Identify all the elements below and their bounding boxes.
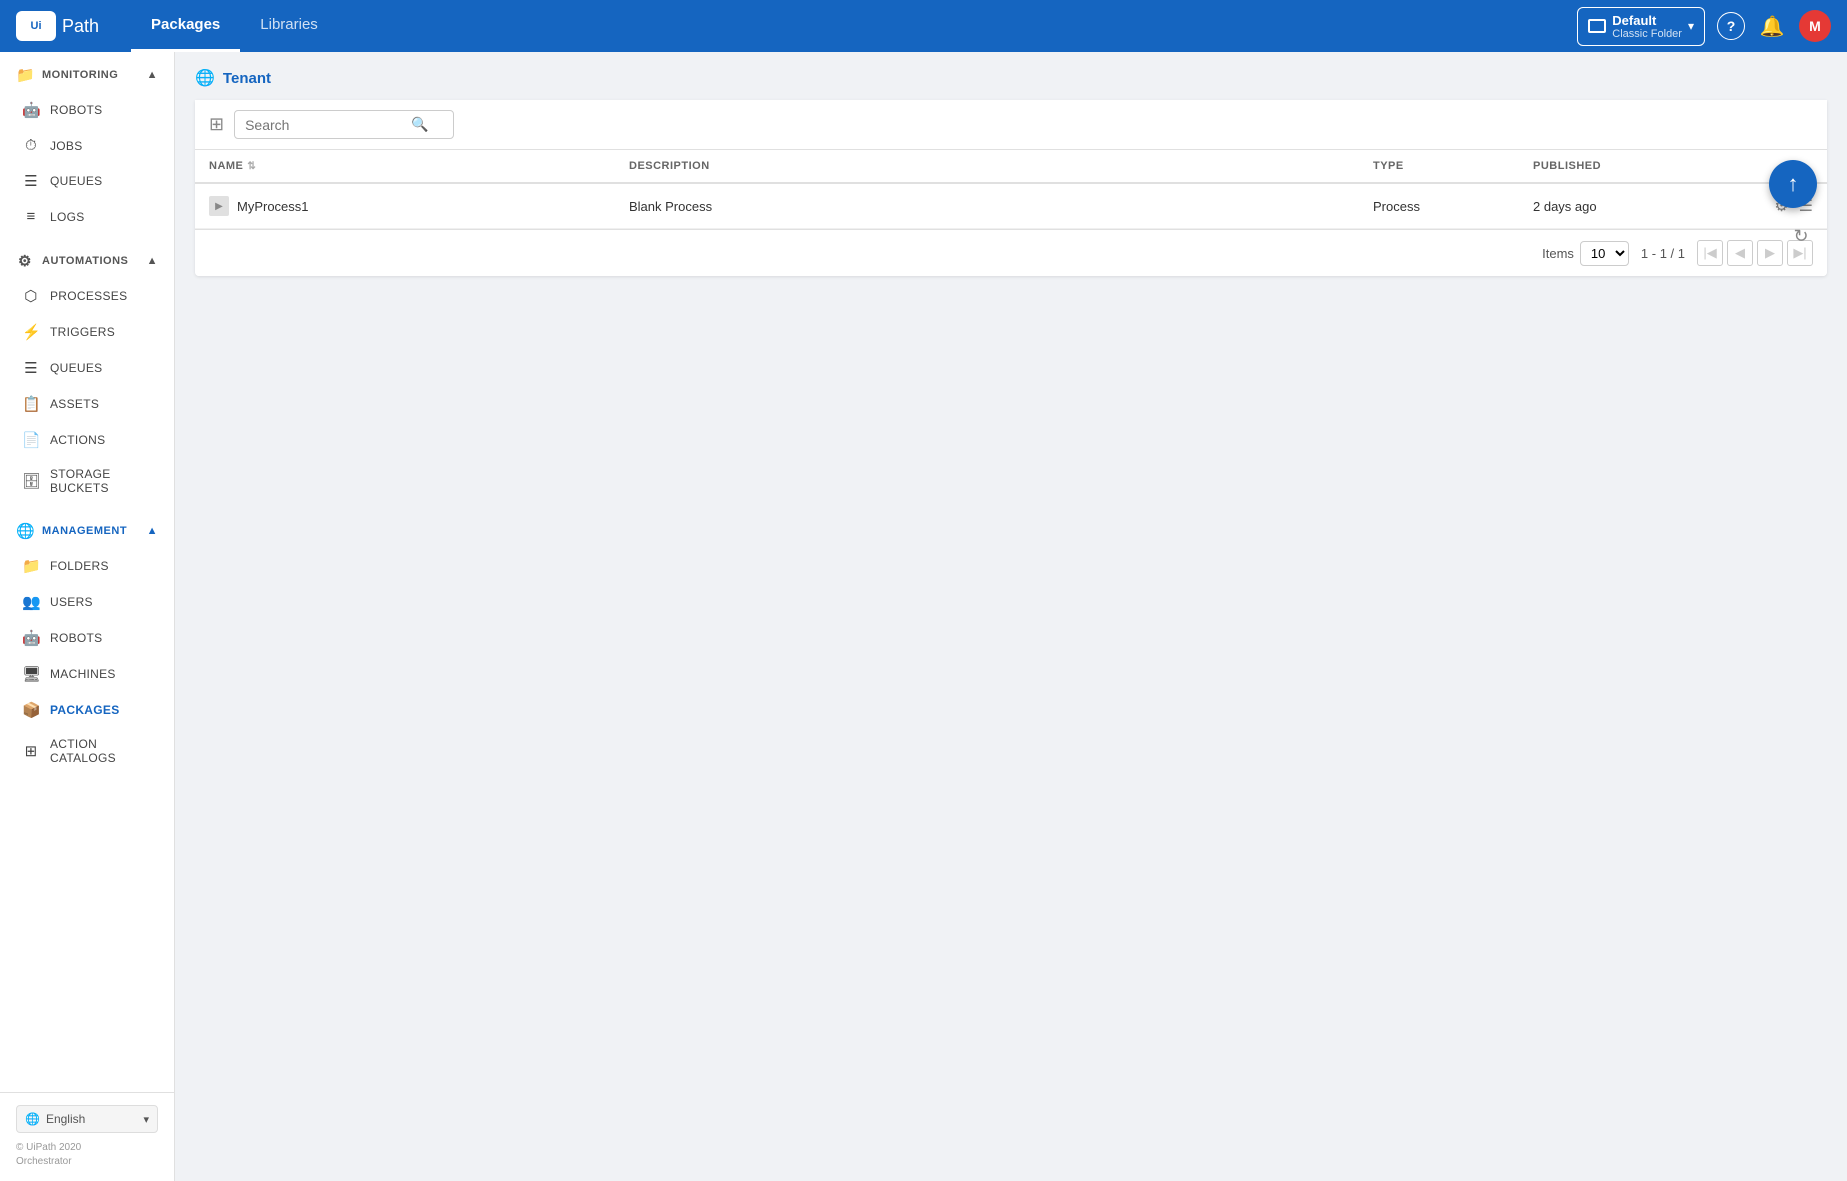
first-page-button[interactable]: |◀ xyxy=(1697,240,1723,266)
process-icon: ▶ xyxy=(209,196,229,216)
search-wrapper: 🔍 xyxy=(234,110,454,139)
notifications-button[interactable]: 🔔 xyxy=(1757,11,1787,41)
help-button[interactable]: ? xyxy=(1717,12,1745,40)
packages-icon: 📦 xyxy=(22,701,40,719)
folder-selector[interactable]: Default Classic Folder ▾ xyxy=(1577,7,1705,46)
avatar[interactable]: M xyxy=(1799,10,1831,42)
sidebar-item-storage-buckets[interactable]: 🗄 STORAGE BUCKETS xyxy=(0,458,174,504)
upload-package-button[interactable]: ↑ xyxy=(1769,160,1817,208)
automations-icon: ⚙ xyxy=(16,252,34,270)
sidebar-item-queues-automations[interactable]: ☰ QUEUES xyxy=(0,350,174,386)
sidebar-section-management: 🌐 MANAGEMENT ▲ 📁 FOLDERS 👥 USERS 🤖 ROBOT… xyxy=(0,508,174,778)
management-chevron-icon: ▲ xyxy=(147,525,158,537)
topnav-tabs: Packages Libraries xyxy=(131,0,1577,52)
prev-page-button[interactable]: ◀ xyxy=(1727,240,1753,266)
sidebar-item-packages[interactable]: 📦 PACKAGES xyxy=(0,692,174,728)
page-info: 1 - 1 / 1 xyxy=(1641,246,1685,261)
sidebar-item-robots-monitoring[interactable]: 🤖 ROBOTS xyxy=(0,92,174,128)
machines-icon: 🖥 xyxy=(22,665,40,683)
triggers-icon: ⚡ xyxy=(22,323,40,341)
assets-icon: 📋 xyxy=(22,395,40,413)
refresh-icon: ↻ xyxy=(1793,226,1808,247)
monitoring-chevron-icon: ▲ xyxy=(147,69,158,81)
main-content: 🌐 Tenant ⊞ 🔍 NAME ⇅ DESCRIPTION xyxy=(175,52,1847,1181)
jobs-icon: ⏱ xyxy=(22,137,40,154)
language-chevron-icon: ▾ xyxy=(143,1113,149,1126)
toolbar: ⊞ 🔍 xyxy=(195,100,1827,150)
processes-icon: ⬡ xyxy=(22,287,40,305)
sidebar-group-automations[interactable]: ⚙ AUTOMATIONS ▲ xyxy=(0,242,174,278)
pagination: Items 10 25 50 1 - 1 / 1 |◀ ◀ ▶ ▶| xyxy=(195,229,1827,276)
layout: 📁 MONITORING ▲ 🤖 ROBOTS ⏱ JOBS ☰ QUEUES … xyxy=(0,52,1847,1181)
app-logo[interactable]: Ui Path xyxy=(16,11,99,41)
next-page-button[interactable]: ▶ xyxy=(1757,240,1783,266)
sidebar: 📁 MONITORING ▲ 🤖 ROBOTS ⏱ JOBS ☰ QUEUES … xyxy=(0,52,175,1181)
td-name: ▶ MyProcess1 xyxy=(209,196,629,216)
sidebar-item-processes[interactable]: ⬡ PROCESSES xyxy=(0,278,174,314)
queues-auto-icon: ☰ xyxy=(22,359,40,377)
upload-icon: ↑ xyxy=(1788,171,1799,197)
sidebar-item-actions[interactable]: 📄 ACTIONS xyxy=(0,422,174,458)
sidebar-item-logs[interactable]: ≡ LOGS xyxy=(0,199,174,234)
items-per-page-select[interactable]: 10 25 50 xyxy=(1580,241,1629,266)
td-description: Blank Process xyxy=(629,199,1373,214)
sidebar-item-triggers[interactable]: ⚡ TRIGGERS xyxy=(0,314,174,350)
topnav: Ui Path Packages Libraries Default Class… xyxy=(0,0,1847,52)
folder-open-icon: 📁 xyxy=(16,66,34,84)
sidebar-item-robots-management[interactable]: 🤖 ROBOTS xyxy=(0,620,174,656)
bell-icon: 🔔 xyxy=(1760,14,1785,39)
sidebar-item-folders[interactable]: 📁 FOLDERS xyxy=(0,548,174,584)
th-type: TYPE xyxy=(1373,160,1533,172)
sidebar-item-queues-monitoring[interactable]: ☰ QUEUES xyxy=(0,163,174,199)
sidebar-group-management[interactable]: 🌐 MANAGEMENT ▲ xyxy=(0,512,174,548)
logo-box: Ui xyxy=(16,11,56,41)
queues-icon: ☰ xyxy=(22,172,40,190)
automations-chevron-icon: ▲ xyxy=(147,255,158,267)
refresh-button[interactable]: ↻ xyxy=(1785,220,1817,252)
folder-chevron-icon: ▾ xyxy=(1688,19,1694,33)
table-header: NAME ⇅ DESCRIPTION TYPE PUBLISHED xyxy=(195,150,1827,184)
sidebar-item-users[interactable]: 👥 USERS xyxy=(0,584,174,620)
folder-icon xyxy=(1588,19,1606,33)
action-catalogs-icon: ⊞ xyxy=(22,742,40,760)
view-toggle-button[interactable]: ⊞ xyxy=(209,114,224,135)
actions-icon: 📄 xyxy=(22,431,40,449)
robots-mgmt-icon: 🤖 xyxy=(22,629,40,647)
copyright: © UiPath 2020 Orchestrator xyxy=(16,1141,158,1169)
sidebar-item-assets[interactable]: 📋 ASSETS xyxy=(0,386,174,422)
folder-label: Default Classic Folder xyxy=(1612,13,1682,40)
tab-packages[interactable]: Packages xyxy=(131,0,240,52)
globe-icon: 🌐 xyxy=(25,1112,40,1126)
sidebar-footer: 🌐 English ▾ © UiPath 2020 Orchestrator xyxy=(0,1092,174,1181)
tab-libraries[interactable]: Libraries xyxy=(240,0,338,52)
breadcrumb: 🌐 Tenant xyxy=(195,68,1827,88)
search-input[interactable] xyxy=(245,117,405,133)
sort-name-icon: ⇅ xyxy=(247,161,256,172)
logo-text: Path xyxy=(62,16,99,37)
sidebar-section-monitoring: 📁 MONITORING ▲ 🤖 ROBOTS ⏱ JOBS ☰ QUEUES … xyxy=(0,52,174,238)
search-icon: 🔍 xyxy=(411,116,428,133)
th-published: PUBLISHED xyxy=(1533,160,1733,172)
sidebar-group-monitoring[interactable]: 📁 MONITORING ▲ xyxy=(0,56,174,92)
sidebar-item-jobs[interactable]: ⏱ JOBS xyxy=(0,128,174,163)
logs-icon: ≡ xyxy=(22,208,40,225)
items-per-page: Items 10 25 50 xyxy=(1542,241,1629,266)
td-type: Process xyxy=(1373,199,1533,214)
topnav-right: Default Classic Folder ▾ ? 🔔 M xyxy=(1577,7,1831,46)
breadcrumb-globe-icon: 🌐 xyxy=(195,68,215,88)
language-selector[interactable]: 🌐 English ▾ xyxy=(16,1105,158,1133)
table-row: ▶ MyProcess1 Blank Process Process 2 day… xyxy=(195,184,1827,229)
sidebar-item-machines[interactable]: 🖥 MACHINES xyxy=(0,656,174,692)
sidebar-section-automations: ⚙ AUTOMATIONS ▲ ⬡ PROCESSES ⚡ TRIGGERS ☰… xyxy=(0,238,174,508)
storage-icon: 🗄 xyxy=(22,472,40,490)
th-name[interactable]: NAME ⇅ xyxy=(209,160,629,172)
management-globe-icon: 🌐 xyxy=(16,522,34,540)
td-published: 2 days ago xyxy=(1533,199,1733,214)
folders-icon: 📁 xyxy=(22,557,40,575)
th-description: DESCRIPTION xyxy=(629,160,1373,172)
packages-table-container: ⊞ 🔍 NAME ⇅ DESCRIPTION TYPE xyxy=(195,100,1827,276)
sidebar-item-action-catalogs[interactable]: ⊞ ACTION CATALOGS xyxy=(0,728,174,774)
users-icon: 👥 xyxy=(22,593,40,611)
robot-icon: 🤖 xyxy=(22,101,40,119)
